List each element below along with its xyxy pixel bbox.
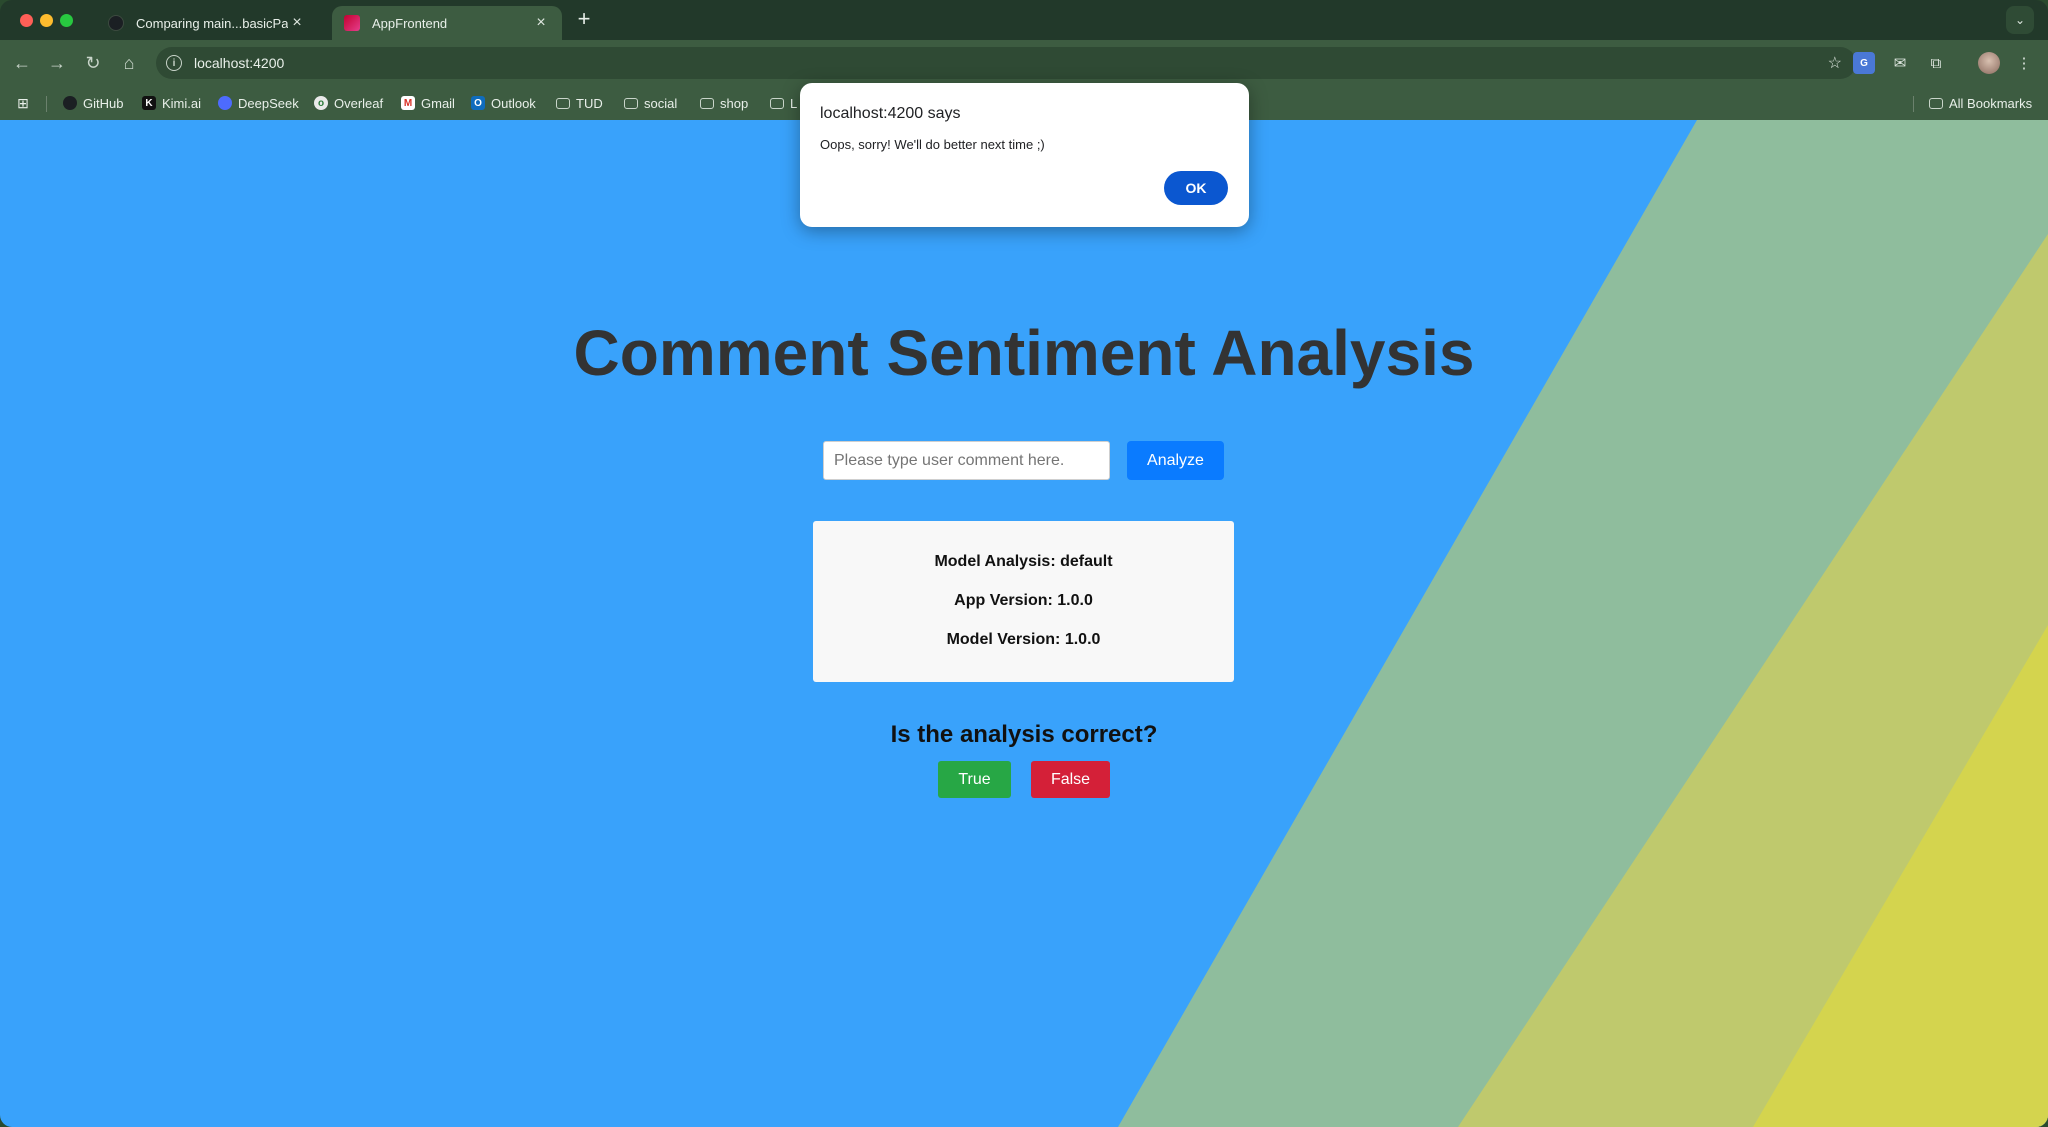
tab-comparing[interactable]: Comparing main...basicPage × xyxy=(96,6,318,40)
minimize-window-button[interactable] xyxy=(40,14,53,27)
all-bookmarks-button[interactable]: All Bookmarks xyxy=(1929,94,2032,112)
bookmark-kimi[interactable]: K Kimi.ai xyxy=(142,94,201,112)
tab-strip: Comparing main...basicPage × AppFrontend… xyxy=(0,0,2048,40)
dialog-ok-button[interactable]: OK xyxy=(1164,171,1228,205)
overleaf-icon: o xyxy=(314,96,328,110)
back-arrow-icon[interactable]: ← xyxy=(9,50,35,76)
bookmark-label: GitHub xyxy=(83,95,124,111)
page-title: Comment Sentiment Analysis xyxy=(573,317,1475,389)
analyze-button[interactable]: Analyze xyxy=(1127,441,1224,480)
bookmark-folder-tud[interactable]: TUD xyxy=(556,94,603,112)
bookmark-star-icon[interactable]: ☆ xyxy=(1828,53,1842,73)
angular-icon xyxy=(344,15,360,31)
bookmark-label: shop xyxy=(720,95,749,111)
bookmark-folder-l[interactable]: L xyxy=(770,94,797,112)
maximize-window-button[interactable] xyxy=(60,14,73,27)
app-version-text: App Version: 1.0.0 xyxy=(954,592,1093,609)
tab-title: AppFrontend xyxy=(372,15,448,31)
site-info-icon[interactable]: i xyxy=(166,55,182,71)
address-text: localhost:4200 xyxy=(194,55,285,71)
bookmark-folder-shop[interactable]: shop xyxy=(700,94,748,112)
tab-appfrontend[interactable]: AppFrontend × xyxy=(332,6,562,40)
folder-icon xyxy=(624,97,638,109)
bookmark-overleaf[interactable]: o Overleaf xyxy=(314,94,383,112)
model-version-text: Model Version: 1.0.0 xyxy=(946,631,1101,648)
dialog-title: localhost:4200 says xyxy=(820,105,961,122)
divider xyxy=(46,96,47,112)
close-window-button[interactable] xyxy=(20,14,33,27)
bookmark-label: Overleaf xyxy=(334,95,384,111)
browser-toolbar: ← → ↻ ⌂ i localhost:4200 ☆ G ✉ ⧉ ⋮ xyxy=(0,40,2048,86)
browser-window: Comparing main...basicPage × AppFrontend… xyxy=(0,0,2048,1127)
close-icon[interactable]: × xyxy=(288,14,306,32)
alert-dialog: localhost:4200 says Oops, sorry! We'll d… xyxy=(800,83,1249,227)
all-bookmarks-label: All Bookmarks xyxy=(1949,95,2033,111)
tab-title: Comparing main...basicPage xyxy=(136,15,288,31)
model-analysis-text: Model Analysis: default xyxy=(934,553,1113,570)
close-icon[interactable]: × xyxy=(532,14,550,32)
mail-icon[interactable]: ✉ xyxy=(1889,52,1911,74)
new-tab-button[interactable]: + xyxy=(572,8,596,32)
folder-icon xyxy=(1929,97,1943,109)
grid-icon: ⊞ xyxy=(17,94,29,111)
divider xyxy=(1913,96,1914,112)
extensions-icon[interactable]: ⧉ xyxy=(1925,52,1947,74)
folder-icon xyxy=(770,97,784,109)
bookmark-label: Kimi.ai xyxy=(162,95,202,111)
bookmark-folder-social[interactable]: social xyxy=(624,94,677,112)
analysis-info-box: Model Analysis: default App Version: 1.0… xyxy=(813,521,1234,682)
bookmark-label: L xyxy=(790,95,798,111)
tab-search-button[interactable]: ⌄ xyxy=(2006,6,2034,34)
bookmark-deepseek[interactable]: DeepSeek xyxy=(218,94,299,112)
folder-icon xyxy=(700,97,714,109)
kimi-icon: K xyxy=(142,96,156,110)
address-bar[interactable]: i localhost:4200 ☆ xyxy=(156,47,1856,79)
deepseek-icon xyxy=(218,96,232,110)
bookmark-label: Outlook xyxy=(491,95,536,111)
bookmark-outlook[interactable]: O Outlook xyxy=(471,94,536,112)
bookmark-label: TUD xyxy=(576,95,603,111)
menu-kebab-icon[interactable]: ⋮ xyxy=(2013,52,2035,74)
github-icon xyxy=(108,15,124,31)
outlook-icon: O xyxy=(471,96,485,110)
dialog-message: Oops, sorry! We'll do better next time ;… xyxy=(820,137,1045,152)
false-button[interactable]: False xyxy=(1031,761,1110,798)
github-icon xyxy=(63,96,77,110)
bookmark-gmail[interactable]: M Gmail xyxy=(401,94,455,112)
folder-icon xyxy=(556,97,570,109)
bookmark-label: DeepSeek xyxy=(238,95,299,111)
apps-grid-icon[interactable]: ⊞ xyxy=(16,94,36,112)
gmail-icon: M xyxy=(401,96,415,110)
true-button[interactable]: True xyxy=(938,761,1011,798)
bookmark-label: social xyxy=(644,95,678,111)
translate-icon[interactable]: G xyxy=(1853,52,1875,74)
page-content: Comment Sentiment Analysis Analyze Model… xyxy=(0,120,2048,1127)
forward-arrow-icon[interactable]: → xyxy=(44,50,70,76)
home-icon[interactable]: ⌂ xyxy=(116,50,142,76)
comment-input[interactable] xyxy=(823,441,1110,480)
bookmark-github[interactable]: GitHub xyxy=(63,94,123,112)
feedback-question: Is the analysis correct? xyxy=(890,721,1158,748)
avatar[interactable] xyxy=(1978,52,2000,74)
bookmark-label: Gmail xyxy=(421,95,455,111)
reload-icon[interactable]: ↻ xyxy=(80,50,106,76)
